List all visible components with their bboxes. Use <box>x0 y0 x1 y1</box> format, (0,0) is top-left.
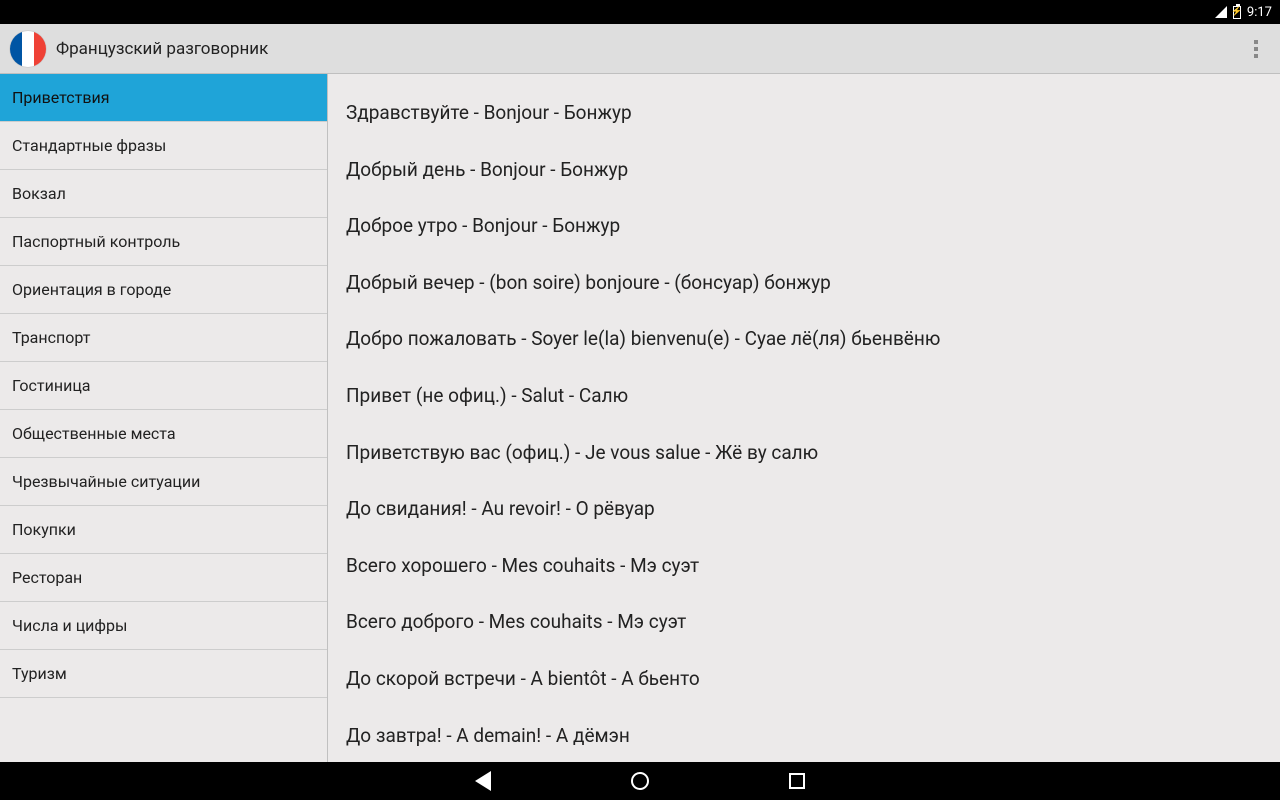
phrase-item[interactable]: Здравствуйте - Bonjour - Бонжур <box>346 92 1274 135</box>
sidebar-item[interactable]: Транспорт <box>0 314 327 362</box>
nav-recent-button[interactable] <box>789 773 805 789</box>
content-area: ПриветствияСтандартные фразыВокзалПаспор… <box>0 74 1280 762</box>
signal-icon <box>1215 6 1227 18</box>
nav-back-button[interactable] <box>475 771 491 791</box>
battery-icon: ⚡ <box>1233 6 1241 19</box>
action-bar: Французский разговорник <box>0 24 1280 74</box>
france-flag-icon <box>10 31 46 67</box>
sidebar-item[interactable]: Паспортный контроль <box>0 218 327 266</box>
sidebar-item[interactable]: Вокзал <box>0 170 327 218</box>
phrase-item[interactable]: Добро пожаловать - Soyer le(la) bienvenu… <box>346 318 1274 361</box>
sidebar-item[interactable]: Ресторан <box>0 554 327 602</box>
sidebar-item[interactable]: Стандартные фразы <box>0 122 327 170</box>
sidebar-item[interactable]: Общественные места <box>0 410 327 458</box>
phrase-item[interactable]: Доброе утро - Bonjour - Бонжур <box>346 205 1274 248</box>
app-title: Французский разговорник <box>56 39 1242 59</box>
sidebar-item[interactable]: Приветствия <box>0 74 327 122</box>
phrase-item[interactable]: До скорой встречи - A bientôt - А бьенто <box>346 658 1274 701</box>
sidebar-item[interactable]: Ориентация в городе <box>0 266 327 314</box>
phrase-list[interactable]: Здравствуйте - Bonjour - Бонжур Добрый де… <box>328 74 1280 762</box>
sidebar-item[interactable]: Числа и цифры <box>0 602 327 650</box>
nav-home-button[interactable] <box>631 772 649 790</box>
phrase-item[interactable]: Всего доброго - Mes couhaits - Мэ суэт <box>346 601 1274 644</box>
phrase-item[interactable]: Привет (не офиц.) - Salut - Салю <box>346 375 1274 418</box>
category-sidebar[interactable]: ПриветствияСтандартные фразыВокзалПаспор… <box>0 74 328 762</box>
phrase-item[interactable]: До свидания! - Au revoir! - О рёвуар <box>346 488 1274 531</box>
sidebar-item[interactable]: Чрезвычайные ситуации <box>0 458 327 506</box>
phrase-item[interactable]: До завтра! - A demain! - А дёмэн <box>346 715 1274 758</box>
sidebar-item[interactable]: Гостиница <box>0 362 327 410</box>
phrase-item[interactable]: Всего хорошего - Mes couhaits - Мэ суэт <box>346 545 1274 588</box>
navigation-bar <box>0 762 1280 800</box>
phrase-item[interactable]: Добрый день - Bonjour - Бонжур <box>346 149 1274 192</box>
sidebar-item[interactable]: Покупки <box>0 506 327 554</box>
sidebar-item[interactable]: Туризм <box>0 650 327 698</box>
status-time: 9:17 <box>1247 5 1272 20</box>
status-bar: ⚡ 9:17 <box>0 0 1280 24</box>
phrase-item[interactable]: Добрый вечер - (bon soire) bonjoure - (б… <box>346 262 1274 305</box>
phrase-item[interactable]: Приветствую вас (офиц.) - Je vous salue … <box>346 432 1274 475</box>
overflow-menu-button[interactable] <box>1242 31 1270 67</box>
